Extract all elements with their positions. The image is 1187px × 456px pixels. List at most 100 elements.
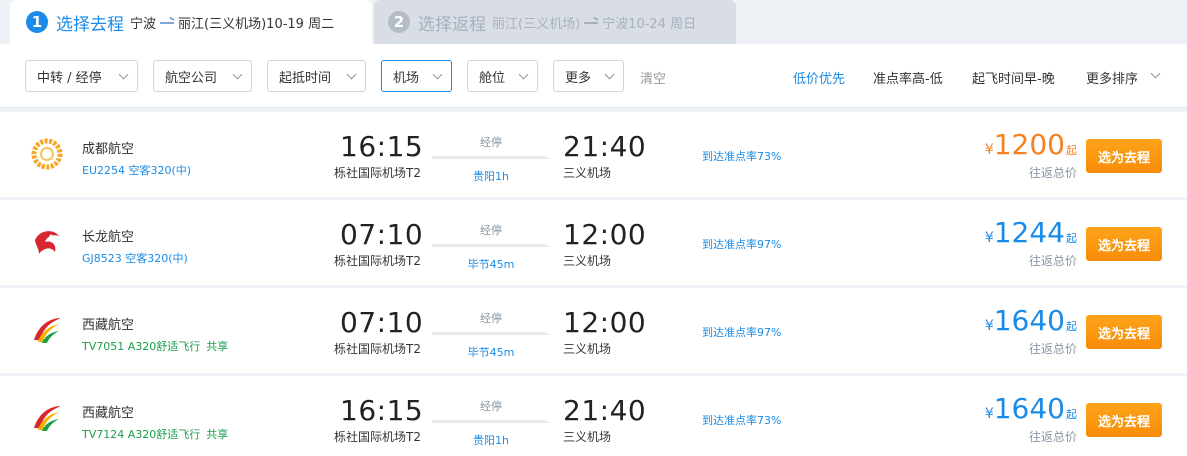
departure-time: 07:10 — [340, 218, 424, 251]
stopover-label: 经停 — [480, 312, 502, 325]
route-arrow-icon — [584, 19, 599, 25]
select-outbound-button[interactable]: 选为去程 — [1086, 315, 1162, 349]
departure-airport: 栎社国际机场T2 — [334, 342, 421, 356]
ontime-rate[interactable]: 到达准点率73% — [702, 148, 781, 164]
departure-airport: 栎社国际机场T2 — [334, 254, 421, 268]
currency-symbol: ¥ — [984, 318, 994, 334]
route-date: 10-19 周二 — [266, 16, 335, 32]
route-to: 宁波 — [602, 16, 629, 32]
ontime-rate[interactable]: 到达准点率73% — [702, 412, 781, 428]
flight-arrow-icon — [432, 420, 552, 423]
departure-time: 07:10 — [340, 306, 424, 339]
chevron-down-icon — [604, 69, 615, 80]
loong-air-logo-icon — [35, 231, 59, 254]
route-from: 宁波 — [130, 16, 157, 32]
sort-ontime-rate[interactable]: 准点率高-低 — [873, 68, 943, 87]
stopover-city[interactable]: 毕节45m — [450, 256, 532, 272]
flight-row: 西藏航空 TV7124 A320舒适飞行 共享 16:15 栎社国际机场T2 经停… — [0, 376, 1187, 456]
roundtrip-total-label: 往返总价 — [1028, 254, 1077, 268]
stopover-label: 经停 — [480, 224, 502, 237]
filter-label: 舱位 — [479, 70, 506, 86]
ontime-rate[interactable]: 到达准点率97% — [702, 236, 781, 252]
airline-name: 西藏航空 — [82, 318, 135, 333]
filter-airline[interactable]: 航空公司 — [153, 60, 252, 92]
filter-label: 起抵时间 — [279, 70, 332, 86]
flight-row: 西藏航空 TV7051 A320舒适飞行 共享 07:10 栎社国际机场T2 经停… — [0, 288, 1187, 373]
price: ¥ 1640 起 — [985, 392, 1077, 425]
step-route: 丽江(三义机场) 宁波 10-24 周日 — [492, 13, 696, 32]
filter-time[interactable]: 起抵时间 — [267, 60, 366, 92]
flight-number-link[interactable]: TV7051 A320舒适飞行 共享 — [82, 338, 228, 354]
stopover-city[interactable]: 贵阳1h — [450, 168, 532, 184]
price-from-suffix: 起 — [1066, 408, 1077, 421]
roundtrip-total-label: 往返总价 — [1028, 166, 1077, 180]
price-value: 1200 — [993, 128, 1065, 161]
chevron-down-icon — [518, 69, 529, 80]
step-title: 选择去程 — [56, 14, 124, 35]
ontime-rate[interactable]: 到达准点率97% — [702, 324, 781, 340]
price: ¥ 1640 起 — [985, 304, 1077, 337]
route-arrow-icon — [160, 19, 175, 25]
step-return-tab[interactable]: 2 选择返程 丽江(三义机场) 宁波 10-24 周日 — [374, 0, 736, 44]
chevron-down-icon — [432, 69, 443, 80]
chevron-down-icon — [232, 69, 243, 80]
departure-airport: 栎社国际机场T2 — [334, 166, 421, 180]
tibet-airlines-logo-icon — [34, 318, 61, 343]
flight-number: TV7124 — [82, 428, 125, 441]
filter-transfer-stop[interactable]: 中转 / 经停 — [25, 60, 138, 92]
filter-airport[interactable]: 机场 — [381, 60, 452, 92]
flight-number: EU2254 — [82, 164, 125, 177]
currency-symbol: ¥ — [984, 230, 994, 246]
aircraft-type: A320舒适飞行 — [127, 428, 201, 441]
chengdu-airlines-logo-icon — [31, 138, 63, 170]
filter-cabin[interactable]: 舱位 — [467, 60, 538, 92]
stopover-label: 经停 — [480, 400, 502, 413]
chevron-down-icon — [118, 69, 129, 80]
price-value: 1640 — [993, 392, 1065, 425]
flight-arrow-icon — [432, 156, 552, 159]
sort-more[interactable]: 更多排序 — [1086, 68, 1138, 87]
filter-label: 中转 / 经停 — [37, 70, 102, 86]
sort-departure-time[interactable]: 起飞时间早-晚 — [972, 68, 1055, 87]
price-value: 1244 — [993, 216, 1065, 249]
filter-bar: 中转 / 经停 航空公司 起抵时间 机场 舱位 更多 清空 低价优先 准点率高-… — [0, 44, 1187, 108]
step-title: 选择返程 — [418, 14, 486, 35]
sort-lowest-price[interactable]: 低价优先 — [793, 68, 845, 87]
codeshare-tag: 共享 — [206, 428, 229, 441]
departure-airport: 栎社国际机场T2 — [334, 430, 421, 444]
arrival-airport: 三义机场 — [563, 342, 612, 356]
step-outbound-tab[interactable]: 1 选择去程 宁波 丽江(三义机场) 10-19 周二 — [10, 0, 372, 44]
chevron-down-icon — [346, 69, 357, 80]
flight-arrow-icon — [432, 332, 552, 335]
filter-label: 机场 — [393, 70, 420, 86]
stopover-city[interactable]: 贵阳1h — [450, 432, 532, 448]
price-from-suffix: 起 — [1066, 320, 1077, 333]
codeshare-tag: 共享 — [206, 340, 229, 353]
flight-number: TV7051 — [82, 340, 125, 353]
select-outbound-button[interactable]: 选为去程 — [1086, 403, 1162, 437]
select-outbound-button[interactable]: 选为去程 — [1086, 139, 1162, 173]
airline-name: 西藏航空 — [82, 406, 135, 421]
currency-symbol: ¥ — [984, 406, 994, 422]
aircraft-type: 空客320(中) — [125, 252, 188, 265]
filter-more[interactable]: 更多 — [553, 60, 624, 92]
aircraft-type: A320舒适飞行 — [127, 340, 201, 353]
flight-number-link[interactable]: GJ8523 空客320(中) — [82, 250, 194, 266]
clear-filters-link[interactable]: 清空 — [640, 68, 666, 87]
filter-label: 航空公司 — [165, 70, 218, 86]
flight-number-link[interactable]: EU2254 空客320(中) — [82, 162, 197, 178]
arrival-time: 12:00 — [563, 218, 647, 251]
flight-number-link[interactable]: TV7124 A320舒适飞行 共享 — [82, 426, 228, 442]
price-from-suffix: 起 — [1066, 232, 1077, 245]
tibet-airlines-logo-icon — [34, 406, 61, 431]
departure-time: 16:15 — [340, 130, 424, 163]
step-number-badge: 1 — [26, 11, 48, 33]
route-from: 丽江(三义机场) — [492, 16, 581, 32]
stopover-city[interactable]: 毕节45m — [450, 344, 532, 360]
flight-row: 长龙航空 GJ8523 空客320(中) 07:10 栎社国际机场T2 经停 毕… — [0, 200, 1187, 285]
price: ¥ 1244 起 — [985, 216, 1077, 249]
select-outbound-button[interactable]: 选为去程 — [1086, 227, 1162, 261]
roundtrip-total-label: 往返总价 — [1028, 430, 1077, 444]
step-route: 宁波 丽江(三义机场) 10-19 周二 — [130, 13, 334, 32]
arrival-time: 21:40 — [563, 394, 647, 427]
